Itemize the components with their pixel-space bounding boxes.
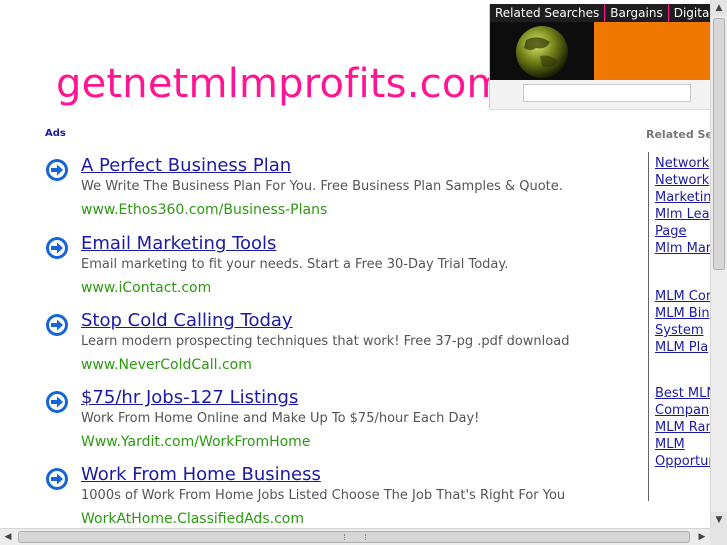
ad-item: Email Marketing Tools Email marketing to… (45, 233, 605, 297)
scrollbar-corner (710, 528, 727, 545)
related-link[interactable]: Network (655, 172, 709, 189)
related-link[interactable]: Mlm Mar (655, 240, 711, 257)
related-searches-heading: Related Sea (646, 128, 710, 141)
ad-url-link[interactable]: www.Ethos360.com/Business-Plans (81, 201, 327, 219)
arrow-right-circle-icon[interactable] (45, 467, 69, 491)
scroll-left-arrow-icon[interactable]: ◀ (0, 529, 16, 545)
ad-description: Email marketing to fit your needs. Start… (81, 257, 509, 272)
related-link[interactable]: MLM (655, 436, 685, 453)
tab-related-searches[interactable]: Related Searches (490, 4, 606, 22)
site-title[interactable]: getnetmlmprofits.com (56, 64, 506, 104)
ad-description: 1000s of Work From Home Jobs Listed Choo… (81, 488, 566, 503)
ad-description: Work From Home Online and Make Up To $75… (81, 411, 480, 426)
ad-title-link[interactable]: $75/hr Jobs-127 Listings (81, 387, 298, 409)
related-link[interactable]: Page (655, 223, 686, 240)
ad-url-link[interactable]: WorkAtHome.ClassifiedAds.com (81, 510, 304, 528)
ad-item: $75/hr Jobs-127 Listings Work From Home … (45, 387, 605, 451)
arrow-right-circle-icon[interactable] (45, 236, 69, 260)
related-link[interactable]: MLM Bin (655, 305, 710, 322)
related-link[interactable]: Best MLN (655, 385, 711, 402)
widget-banner[interactable] (490, 22, 727, 80)
ad-title-link[interactable]: Stop Cold Calling Today (81, 310, 293, 332)
related-link[interactable]: Opportun (655, 453, 711, 470)
globe-icon (516, 26, 568, 78)
ad-item: Stop Cold Calling Today Learn modern pro… (45, 310, 605, 374)
ad-description: Learn modern prospecting techniques that… (81, 334, 570, 349)
orange-banner[interactable] (594, 22, 727, 80)
related-searches-list: Network Network Marketin Mlm Lea Page Ml… (648, 152, 711, 501)
ad-item: A Perfect Business Plan We Write The Bus… (45, 155, 605, 219)
ad-item: Work From Home Business 1000s of Work Fr… (45, 464, 605, 528)
scroll-right-arrow-icon[interactable]: ▶ (694, 529, 710, 545)
ads-label: Ads (45, 128, 66, 139)
related-link[interactable]: Network (655, 155, 709, 172)
header-widget: Related Searches Bargains Digital C (489, 4, 727, 110)
ad-title-link[interactable]: A Perfect Business Plan (81, 155, 291, 177)
arrow-right-circle-icon[interactable] (45, 158, 69, 182)
ad-url-link[interactable]: www.iContact.com (81, 279, 211, 297)
related-link[interactable]: MLM Ran (655, 419, 711, 436)
related-link[interactable]: MLM Pla (655, 339, 708, 356)
ad-description: We Write The Business Plan For You. Free… (81, 179, 563, 194)
related-link[interactable]: MLM Cor (655, 288, 711, 305)
widget-search-input[interactable] (523, 84, 691, 102)
arrow-right-circle-icon[interactable] (45, 313, 69, 337)
related-link[interactable]: Marketin (655, 189, 711, 206)
horizontal-scrollbar[interactable]: ◀ ▶ (0, 528, 710, 545)
arrow-right-circle-icon[interactable] (45, 390, 69, 414)
related-link[interactable]: Mlm Lea (655, 206, 710, 223)
related-link[interactable]: System (655, 322, 703, 339)
ad-title-link[interactable]: Work From Home Business (81, 464, 321, 486)
horizontal-scroll-thumb[interactable] (18, 531, 690, 543)
ad-url-link[interactable]: Www.Yardit.com/WorkFromHome (81, 433, 310, 451)
ad-url-link[interactable]: www.NeverColdCall.com (81, 356, 252, 374)
vertical-scrollbar[interactable]: ▲ ▼ (710, 0, 727, 528)
scroll-down-arrow-icon[interactable]: ▼ (711, 512, 727, 528)
tab-bargains[interactable]: Bargains (605, 4, 669, 22)
scroll-up-arrow-icon[interactable]: ▲ (711, 0, 727, 16)
grip-icon (344, 534, 366, 540)
related-link[interactable]: Company (655, 402, 711, 419)
widget-tab-bar: Related Searches Bargains Digital C (490, 4, 727, 22)
vertical-scroll-thumb[interactable] (713, 18, 725, 270)
globe-image[interactable] (490, 22, 594, 80)
ad-title-link[interactable]: Email Marketing Tools (81, 233, 276, 255)
